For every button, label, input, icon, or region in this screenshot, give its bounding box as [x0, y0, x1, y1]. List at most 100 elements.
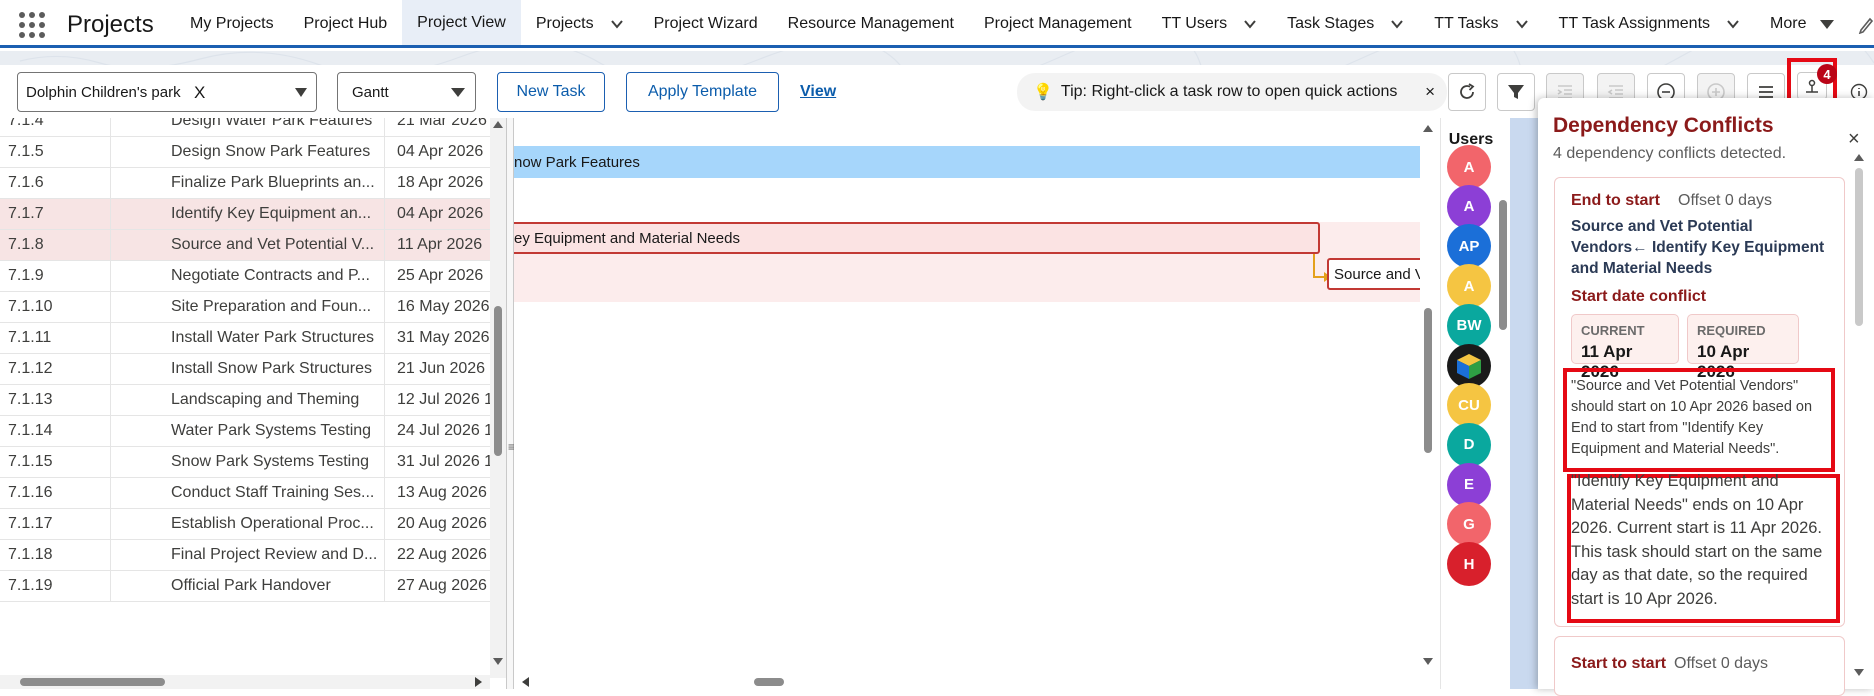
avatar[interactable]: A	[1447, 145, 1491, 189]
panel-scroll-thumb[interactable]	[1855, 168, 1863, 326]
nav-item-project-view[interactable]: Project View	[402, 0, 521, 48]
nav-item-my-projects[interactable]: My Projects	[175, 0, 289, 48]
gantt-bar-identify-equipment[interactable]: ey Equipment and Material Needs	[514, 222, 1320, 254]
scroll-up-arrow-icon[interactable]	[493, 121, 503, 128]
avatar[interactable]: AP	[1447, 224, 1491, 269]
project-selector[interactable]: Dolphin Children's park X	[17, 72, 317, 112]
table-row[interactable]: 7.1.14 Water Park Systems Testing 24 Jul 2…	[0, 416, 490, 447]
nav-item-tt-task-assignments[interactable]: TT Task Assignments	[1544, 0, 1755, 48]
scroll-down-arrow-icon[interactable]	[1854, 669, 1864, 676]
gantt-horizontal-scrollbar[interactable]	[514, 675, 1420, 689]
table-row[interactable]: 7.1.18 Final Project Review and D... 22 Au…	[0, 540, 490, 571]
grid-horizontal-scrollbar[interactable]	[0, 675, 490, 689]
nav-item-tt-tasks[interactable]: TT Tasks	[1419, 0, 1543, 48]
task-name-cell[interactable]: Install Snow Park Structures	[111, 354, 385, 384]
task-name-cell[interactable]: Landscaping and Theming	[111, 385, 385, 415]
nav-item-tt-users[interactable]: TT Users	[1147, 0, 1272, 48]
gantt-chart: now Park Features ey Equipment and Mater…	[514, 118, 1420, 678]
scroll-left-arrow-icon[interactable]	[522, 677, 529, 687]
grid-vertical-scrollbar[interactable]	[490, 118, 506, 678]
nav-item-project-management[interactable]: Project Management	[969, 0, 1147, 48]
avatar[interactable]: A	[1447, 264, 1491, 309]
avatar[interactable]: D	[1447, 422, 1491, 467]
nav-item-task-stages[interactable]: Task Stages	[1272, 0, 1419, 48]
table-row[interactable]: 7.1.15 Snow Park Systems Testing 31 Jul 20…	[0, 447, 490, 478]
task-name-cell[interactable]: Establish Operational Proc...	[111, 509, 385, 539]
splitter-handle[interactable]: ≡	[506, 118, 515, 689]
users-scroll-thumb[interactable]	[1499, 200, 1507, 330]
new-task-button[interactable]: New Task	[497, 72, 605, 112]
table-row[interactable]: 7.1.11 Install Water Park Structures 31 Ma…	[0, 323, 490, 354]
table-row[interactable]: 7.1.8 Source and Vet Potential V... 11 Apr…	[0, 230, 490, 261]
scroll-up-arrow-icon[interactable]	[1423, 125, 1433, 132]
view-link[interactable]: View	[800, 83, 836, 101]
clear-project-button[interactable]: X	[194, 83, 205, 103]
task-name-cell[interactable]: Install Water Park Structures	[111, 323, 385, 353]
nav-item-resource-management[interactable]: Resource Management	[773, 0, 969, 48]
scroll-down-arrow-icon[interactable]	[493, 658, 503, 665]
panel-close-button[interactable]: ×	[1848, 128, 1860, 151]
grid-hscroll-thumb[interactable]	[20, 678, 165, 686]
table-row[interactable]: 7.1.12 Install Snow Park Structures 21 Jun…	[0, 354, 490, 385]
table-row[interactable]: 7.1.7 Identify Key Equipment an... 04 Apr …	[0, 199, 490, 230]
avatar[interactable]: G	[1447, 502, 1491, 547]
start-date-cell: 27 Aug 2026	[397, 577, 487, 594]
table-row[interactable]: 7.1.6 Finalize Park Blueprints an... 18 Ap…	[0, 168, 490, 199]
refresh-button[interactable]	[1448, 73, 1486, 111]
scroll-up-arrow-icon[interactable]	[1854, 154, 1864, 161]
chevron-down-icon[interactable]	[1390, 17, 1404, 31]
avatar[interactable]: A	[1447, 184, 1491, 229]
task-name-cell[interactable]: Identify Key Equipment an...	[111, 199, 385, 229]
chevron-down-icon[interactable]	[1726, 17, 1740, 31]
nav-item-project-hub[interactable]: Project Hub	[289, 0, 403, 48]
task-name-cell[interactable]: Design Water Park Features	[111, 118, 385, 136]
table-row[interactable]: 7.1.13 Landscaping and Theming 12 Jul 2026…	[0, 385, 490, 416]
users-scrollbar[interactable]	[1496, 118, 1510, 689]
scroll-down-arrow-icon[interactable]	[1423, 658, 1433, 665]
apply-template-button[interactable]: Apply Template	[626, 72, 779, 112]
chevron-down-icon[interactable]	[1515, 17, 1529, 31]
avatar[interactable]: E	[1447, 462, 1491, 507]
avatar[interactable]: CU	[1447, 383, 1491, 428]
chevron-down-icon[interactable]	[610, 17, 624, 31]
chevron-down-icon[interactable]	[1243, 17, 1257, 31]
task-name-cell[interactable]: Source and Vet Potential V...	[111, 230, 385, 260]
avatar[interactable]: H	[1447, 542, 1491, 586]
scroll-right-arrow-icon[interactable]	[475, 677, 482, 687]
task-name-cell[interactable]: Negotiate Contracts and P...	[111, 261, 385, 291]
nav-more-button[interactable]: More	[1755, 0, 1849, 48]
task-name-cell[interactable]: Site Preparation and Foun...	[111, 292, 385, 322]
task-name-cell[interactable]: Final Project Review and D...	[111, 540, 385, 570]
grid-scroll-thumb[interactable]	[494, 306, 502, 456]
nav-item-projects[interactable]: Projects	[521, 0, 639, 48]
table-row[interactable]: 7.1.17 Establish Operational Proc... 20 Au…	[0, 509, 490, 540]
gantt-scroll-thumb[interactable]	[1424, 308, 1432, 453]
gantt-bar-source-vendors[interactable]: Source and Ve	[1327, 258, 1420, 290]
gantt-vertical-scrollbar[interactable]	[1420, 118, 1436, 678]
nav-item-project-wizard[interactable]: Project Wizard	[639, 0, 773, 48]
view-mode-select[interactable]: Gantt	[337, 72, 476, 112]
table-row[interactable]: 7.1.10 Site Preparation and Foun... 16 May…	[0, 292, 490, 323]
gantt-hscroll-thumb[interactable]	[754, 678, 784, 686]
panel-scrollbar[interactable]	[1852, 154, 1866, 684]
task-name-cell[interactable]: Conduct Staff Training Ses...	[111, 478, 385, 508]
table-row[interactable]: 7.1.5 Design Snow Park Features 04 Apr 202…	[0, 137, 490, 168]
task-name-cell[interactable]: Finalize Park Blueprints an...	[111, 168, 385, 198]
task-name-cell[interactable]: Design Snow Park Features	[111, 137, 385, 167]
table-row[interactable]: 7.1.16 Conduct Staff Training Ses... 13 Au…	[0, 478, 490, 509]
chevron-down-icon[interactable]	[295, 88, 307, 97]
avatar[interactable]: BW	[1447, 303, 1491, 348]
dependency-pair[interactable]: Source and Vet Potential Vendors← Identi…	[1571, 216, 1831, 279]
edit-nav-icon[interactable]	[1858, 14, 1874, 34]
table-row[interactable]: 7.1.9 Negotiate Contracts and P... 25 Apr …	[0, 261, 490, 292]
table-row[interactable]: 7.1.19 Official Park Handover 27 Aug 2026	[0, 571, 490, 602]
task-name-cell[interactable]: Snow Park Systems Testing	[111, 447, 385, 477]
tip-close-button[interactable]: ×	[1425, 82, 1435, 102]
filter-button[interactable]	[1497, 73, 1535, 111]
avatar[interactable]	[1447, 343, 1491, 388]
gantt-bar-snow-park[interactable]: now Park Features	[514, 146, 1420, 178]
task-name-cell[interactable]: Official Park Handover	[111, 571, 385, 601]
app-launcher-icon[interactable]	[18, 11, 46, 39]
table-row[interactable]: 7.1.4 Design Water Park Features 21 Mar 20…	[0, 118, 490, 137]
task-name-cell[interactable]: Water Park Systems Testing	[111, 416, 385, 446]
